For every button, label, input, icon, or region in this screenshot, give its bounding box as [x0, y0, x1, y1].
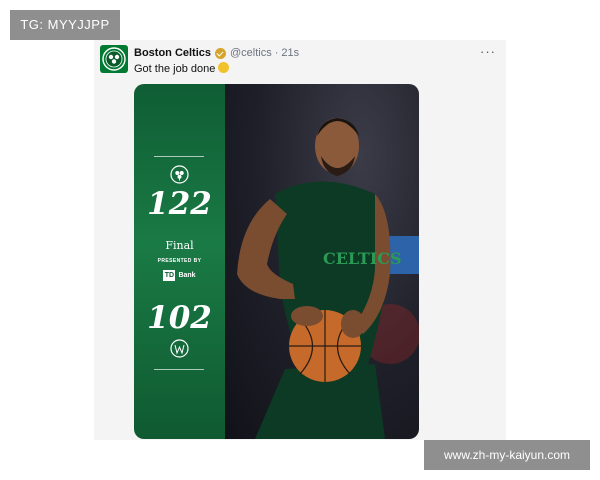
away-score: 102	[147, 300, 212, 336]
author-name[interactable]: Boston Celtics	[134, 47, 211, 59]
home-score: 122	[147, 186, 212, 222]
author-handle[interactable]: @celtics	[230, 47, 272, 59]
divider-bottom	[154, 369, 204, 370]
td-bank-logo-icon: TD	[163, 270, 176, 281]
presented-by-label: PRESENTED BY	[157, 258, 202, 264]
celtics-avatar-icon[interactable]	[100, 45, 128, 73]
tweet-header: Boston Celtics @celtics · 21s	[134, 45, 299, 61]
player-photo: CELTICS	[225, 84, 419, 439]
more-options-icon[interactable]: ···	[480, 44, 496, 59]
watermark-bottom-right: www.zh-my-kaiyun.com	[424, 440, 590, 470]
jersey-text: CELTICS	[323, 249, 402, 268]
tweet-text-content: Got the job done	[134, 63, 216, 75]
watermark-top-left: TG: MYYJJPP	[10, 10, 120, 40]
player-figure: CELTICS	[237, 118, 402, 439]
verified-badge-icon	[215, 47, 227, 59]
tweet-timestamp[interactable]: 21s	[281, 47, 299, 59]
sponsor-name: Bank	[178, 272, 196, 279]
score-panel: 122 Final PRESENTED BY TD Bank 102	[134, 84, 225, 439]
sponsor-row: TD Bank	[134, 270, 225, 281]
wizards-logo-icon	[170, 339, 189, 358]
divider-top	[154, 156, 204, 157]
separator-dot: ·	[274, 47, 279, 59]
tweet-text: Got the job done	[134, 62, 230, 75]
celtics-clover-icon	[170, 165, 189, 184]
pleading-face-emoji-icon	[218, 62, 230, 73]
tweet-media-image[interactable]: 122 Final PRESENTED BY TD Bank 102 CELTI…	[134, 84, 419, 439]
game-status: Final	[165, 239, 194, 252]
